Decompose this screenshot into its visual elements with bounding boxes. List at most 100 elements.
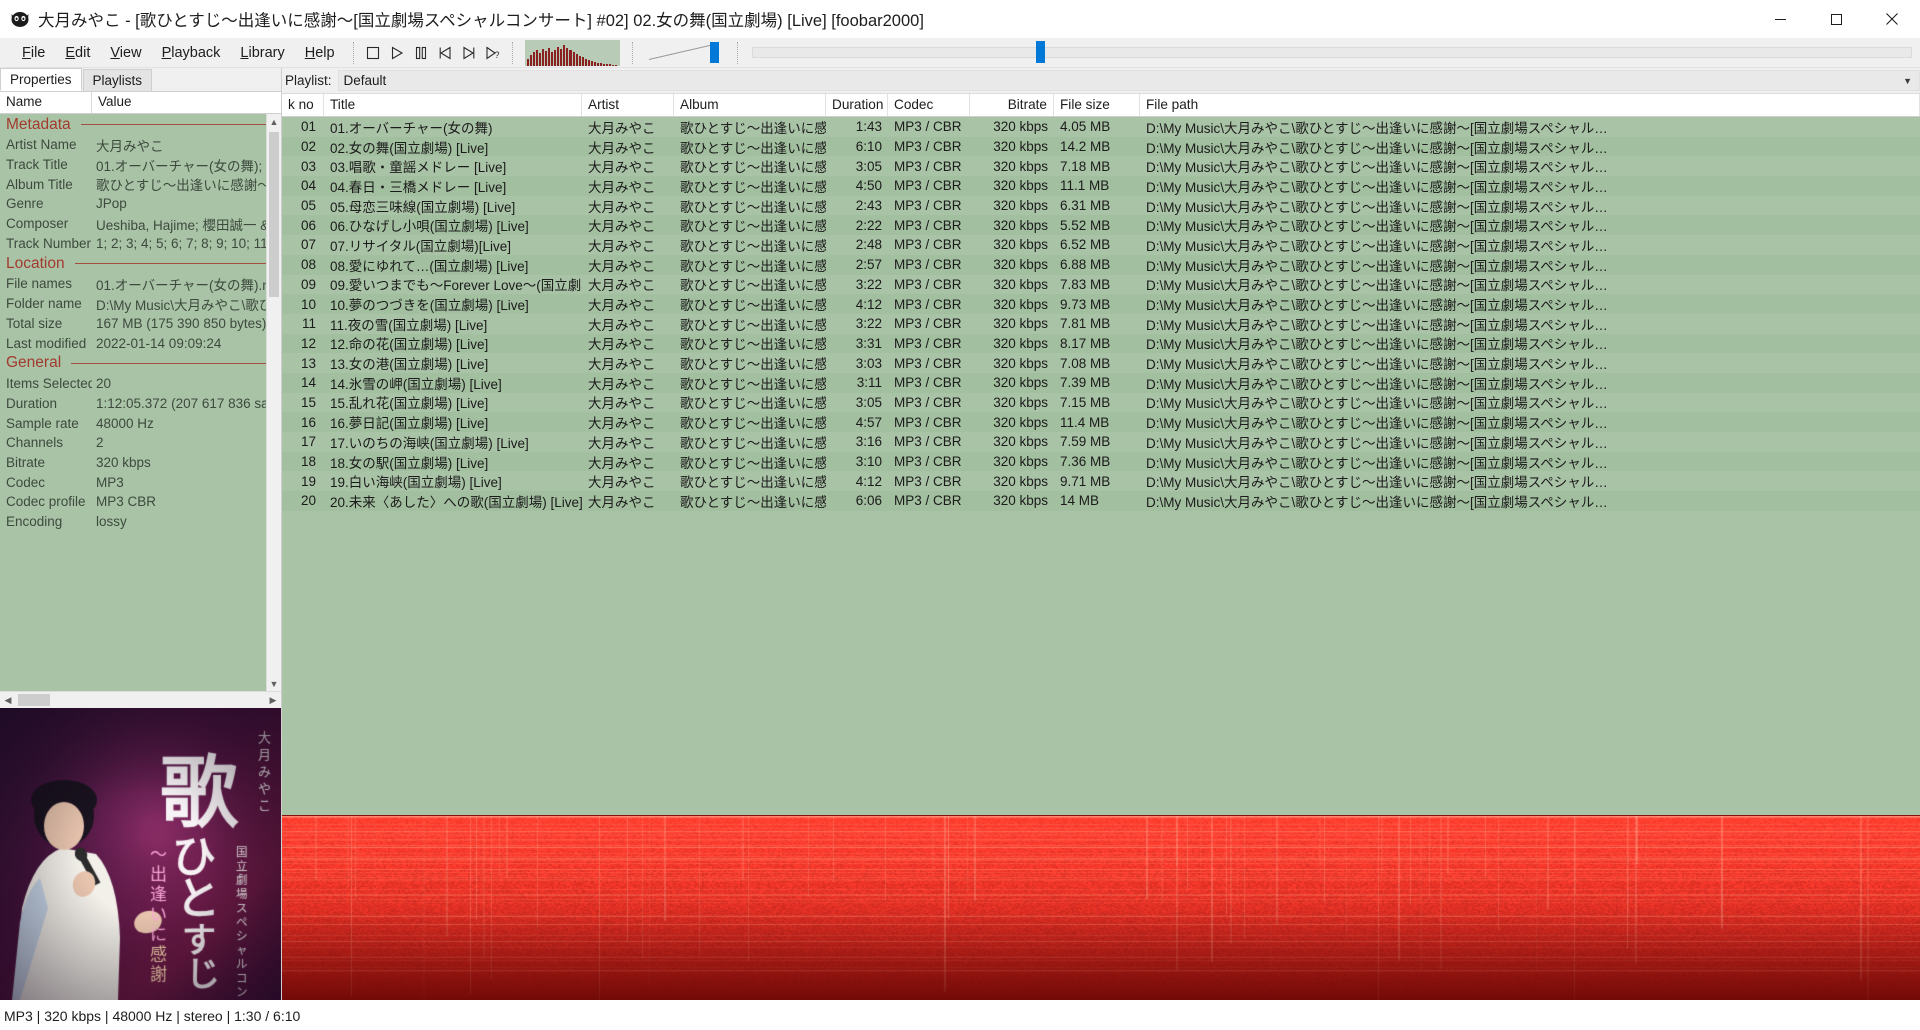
property-row[interactable]: Genre JPop	[0, 194, 281, 214]
seek-thumb[interactable]	[1035, 40, 1045, 63]
playlist-dropdown[interactable]: Default ▼	[337, 70, 1920, 91]
property-row[interactable]: Channels 2	[0, 433, 281, 453]
property-row[interactable]: Folder name D:\My Music\大月みやこ\歌ひ	[0, 294, 281, 314]
property-value: MP3 CBR	[96, 494, 157, 510]
pause-icon[interactable]	[410, 42, 432, 64]
properties-col-value[interactable]: Value	[92, 92, 281, 113]
table-row[interactable]: 08 08.愛にゆれて…(国立劇場) [Live] 大月みやこ 歌ひとすじ～出逢いに感…	[282, 254, 1920, 275]
property-row[interactable]: Track Title 01.オーバーチャー(女の舞); 02	[0, 155, 281, 175]
scroll-thumb[interactable]	[269, 132, 279, 297]
table-row[interactable]: 02 02.女の舞(国立劇場) [Live] 大月みやこ 歌ひとすじ～出逢いに感謝… 6…	[282, 136, 1920, 157]
property-row[interactable]: Bitrate 320 kbps	[0, 453, 281, 473]
table-row[interactable]: 07 07.リサイタル(国立劇場)[Live] 大月みやこ 歌ひとすじ～出逢いに感謝……	[282, 235, 1920, 255]
cell-track-no: 13	[300, 355, 316, 371]
random-track-icon[interactable]: ?	[482, 42, 504, 64]
spectrum-bar	[593, 61, 597, 66]
table-row[interactable]: 01 01.オーバーチャー(女の舞) 大月みやこ 歌ひとすじ～出逢いに感謝… 1:43 M…	[282, 117, 1920, 137]
seek-slider[interactable]	[751, 40, 1912, 65]
table-row[interactable]: 15 15.乱れ花(国立劇場) [Live] 大月みやこ 歌ひとすじ～出逢いに感謝… 3…	[282, 392, 1920, 413]
cell-title: 10.夢のつづきを(国立劇場) [Live]	[330, 298, 529, 314]
table-row[interactable]: 05 05.母恋三味線(国立劇場) [Live] 大月みやこ 歌ひとすじ～出逢いに感謝…	[282, 195, 1920, 216]
table-row[interactable]: 18 18.女の駅(国立劇場) [Live] 大月みやこ 歌ひとすじ～出逢いに感謝… 3…	[282, 451, 1920, 472]
table-row[interactable]: 04 04.春日・三橋メドレー [Live] 大月みやこ 歌ひとすじ～出逢いに感謝… 4…	[282, 176, 1920, 196]
menu-bar: File Edit View Playback Library Help	[0, 42, 345, 64]
cell-album: 歌ひとすじ～出逢いに感謝…	[680, 258, 826, 274]
scroll-up-icon[interactable]: ▲	[267, 114, 281, 129]
column-header-filesize[interactable]: File size	[1054, 94, 1140, 116]
menu-library[interactable]: Library	[230, 42, 294, 64]
cell-artist: 大月みやこ	[588, 376, 656, 392]
scroll-left-icon[interactable]: ◀	[0, 695, 16, 706]
menu-edit[interactable]: Edit	[55, 42, 100, 64]
table-row[interactable]: 13 13.女の港(国立劇場) [Live] 大月みやこ 歌ひとすじ～出逢いに感謝… 3…	[282, 353, 1920, 373]
column-header-codec[interactable]: Codec	[888, 94, 970, 116]
next-track-icon[interactable]	[458, 42, 480, 64]
cell-codec: MP3 / CBR	[894, 414, 962, 430]
table-row[interactable]: 20 20.未来〈あした〉への歌(国立劇場) [Live] 大月みやこ 歌ひとすじ～出…	[282, 491, 1920, 511]
menu-file[interactable]: File	[12, 42, 55, 64]
property-row[interactable]: Items Selected 20	[0, 374, 281, 394]
column-header-artist[interactable]: Artist	[582, 94, 674, 116]
column-header-track-no[interactable]: k no	[282, 94, 324, 116]
table-row[interactable]: 16 16.夢日記(国立劇場) [Live] 大月みやこ 歌ひとすじ～出逢いに感謝… 4…	[282, 412, 1920, 432]
properties-vertical-scrollbar[interactable]: ▲ ▼	[266, 114, 281, 691]
properties-col-name[interactable]: Name	[0, 92, 92, 113]
table-row[interactable]: 10 10.夢のつづきを(国立劇場) [Live] 大月みやこ 歌ひとすじ～出逢いに感…	[282, 294, 1920, 314]
menu-view[interactable]: View	[100, 42, 151, 64]
chevron-down-icon: ▼	[1903, 75, 1912, 86]
property-row[interactable]: Album Title 歌ひとすじ～出逢いに感謝～[国	[0, 174, 281, 194]
property-row[interactable]: Encoding lossy	[0, 512, 281, 532]
property-row[interactable]: Artist Name 大月みやこ	[0, 135, 281, 155]
spectrogram-visualization[interactable]	[282, 815, 1920, 1000]
menu-playback[interactable]: Playback	[152, 42, 231, 64]
property-row[interactable]: Total size 167 MB (175 390 850 bytes)	[0, 314, 281, 334]
volume-slider[interactable]	[645, 41, 725, 65]
property-row[interactable]: Duration 1:12:05.372 (207 617 836 sam	[0, 394, 281, 414]
table-row[interactable]: 14 14.氷雪の岬(国立劇場) [Live] 大月みやこ 歌ひとすじ～出逢いに感謝……	[282, 372, 1920, 393]
stop-icon[interactable]	[362, 42, 384, 64]
column-header-album[interactable]: Album	[674, 94, 826, 116]
cell-bitrate: 320 kbps	[993, 119, 1048, 135]
previous-track-icon[interactable]	[434, 42, 456, 64]
table-row[interactable]: 17 17.いのちの海峡(国立劇場) [Live] 大月みやこ 歌ひとすじ～出逢いに感…	[282, 432, 1920, 452]
property-row[interactable]: Sample rate 48000 Hz	[0, 413, 281, 433]
minimize-button[interactable]	[1752, 0, 1808, 38]
close-button[interactable]	[1864, 0, 1920, 38]
table-row[interactable]: 03 03.唱歌・童謡メドレー [Live] 大月みやこ 歌ひとすじ～出逢いに感謝… 3…	[282, 156, 1920, 177]
playlist-empty-area[interactable]	[282, 510, 1920, 771]
property-row[interactable]: Last modified 2022-01-14 09:09:24	[0, 333, 281, 353]
cell-track-no: 11	[301, 316, 316, 332]
cell-bitrate: 320 kbps	[993, 493, 1048, 509]
column-header-title[interactable]: Title	[324, 94, 582, 116]
table-row[interactable]: 11 11.夜の雪(国立劇場) [Live] 大月みやこ 歌ひとすじ～出逢いに感謝… 3…	[282, 313, 1920, 334]
property-row[interactable]: Track Number 1; 2; 3; 4; 5; 6; 7; 8; 9; 1…	[0, 233, 281, 253]
column-header-duration[interactable]: Duration	[826, 94, 888, 116]
scroll-down-icon[interactable]: ▼	[267, 676, 281, 691]
play-icon[interactable]	[386, 42, 408, 64]
property-row[interactable]: Codec MP3	[0, 472, 281, 492]
property-row[interactable]: Codec profile MP3 CBR	[0, 492, 281, 512]
property-row[interactable]: File names 01.オーバーチャー(女の舞).mp	[0, 274, 281, 294]
menu-help[interactable]: Help	[295, 42, 345, 64]
hscroll-thumb[interactable]	[18, 694, 50, 706]
property-value: 01.オーバーチャー(女の舞).mp	[96, 277, 281, 293]
tab-playlists[interactable]: Playlists	[82, 69, 153, 91]
cell-bitrate: 320 kbps	[993, 473, 1048, 489]
column-header-bitrate[interactable]: Bitrate	[970, 94, 1054, 116]
table-row[interactable]: 19 19.白い海峡(国立劇場) [Live] 大月みやこ 歌ひとすじ～出逢いに感謝……	[282, 471, 1920, 492]
playlist-panel: Playlist: Default ▼ k no Title Artist Al…	[282, 68, 1920, 1000]
spectrum-visualizer[interactable]	[524, 39, 620, 66]
volume-thumb[interactable]	[709, 41, 719, 63]
table-row[interactable]: 09 09.愛いつまでも～Forever Love～(国立劇場)… 大月みやこ 歌ひと…	[282, 274, 1920, 295]
column-header-filepath[interactable]: File path	[1140, 94, 1920, 116]
table-row[interactable]: 06 06.ひなげし小唄(国立劇場) [Live] 大月みやこ 歌ひとすじ～出逢いに感…	[282, 215, 1920, 236]
cell-track-no: 08	[300, 257, 316, 273]
scroll-right-icon[interactable]: ▶	[265, 695, 281, 706]
cell-bitrate: 320 kbps	[993, 198, 1048, 214]
property-row[interactable]: Composer Ueshiba, Hajime; 櫻田誠一 & M	[0, 214, 281, 234]
table-row[interactable]: 12 12.命の花(国立劇場) [Live] 大月みやこ 歌ひとすじ～出逢いに感謝… 3…	[282, 333, 1920, 354]
maximize-button[interactable]	[1808, 0, 1864, 38]
properties-horizontal-scrollbar[interactable]: ◀ ▶	[0, 691, 281, 708]
tab-properties[interactable]: Properties	[0, 68, 82, 91]
cell-filepath: D:\My Music\大月みやこ\歌ひとすじ～出逢いに感謝～[国立劇場スペシャ…	[1146, 278, 1608, 294]
